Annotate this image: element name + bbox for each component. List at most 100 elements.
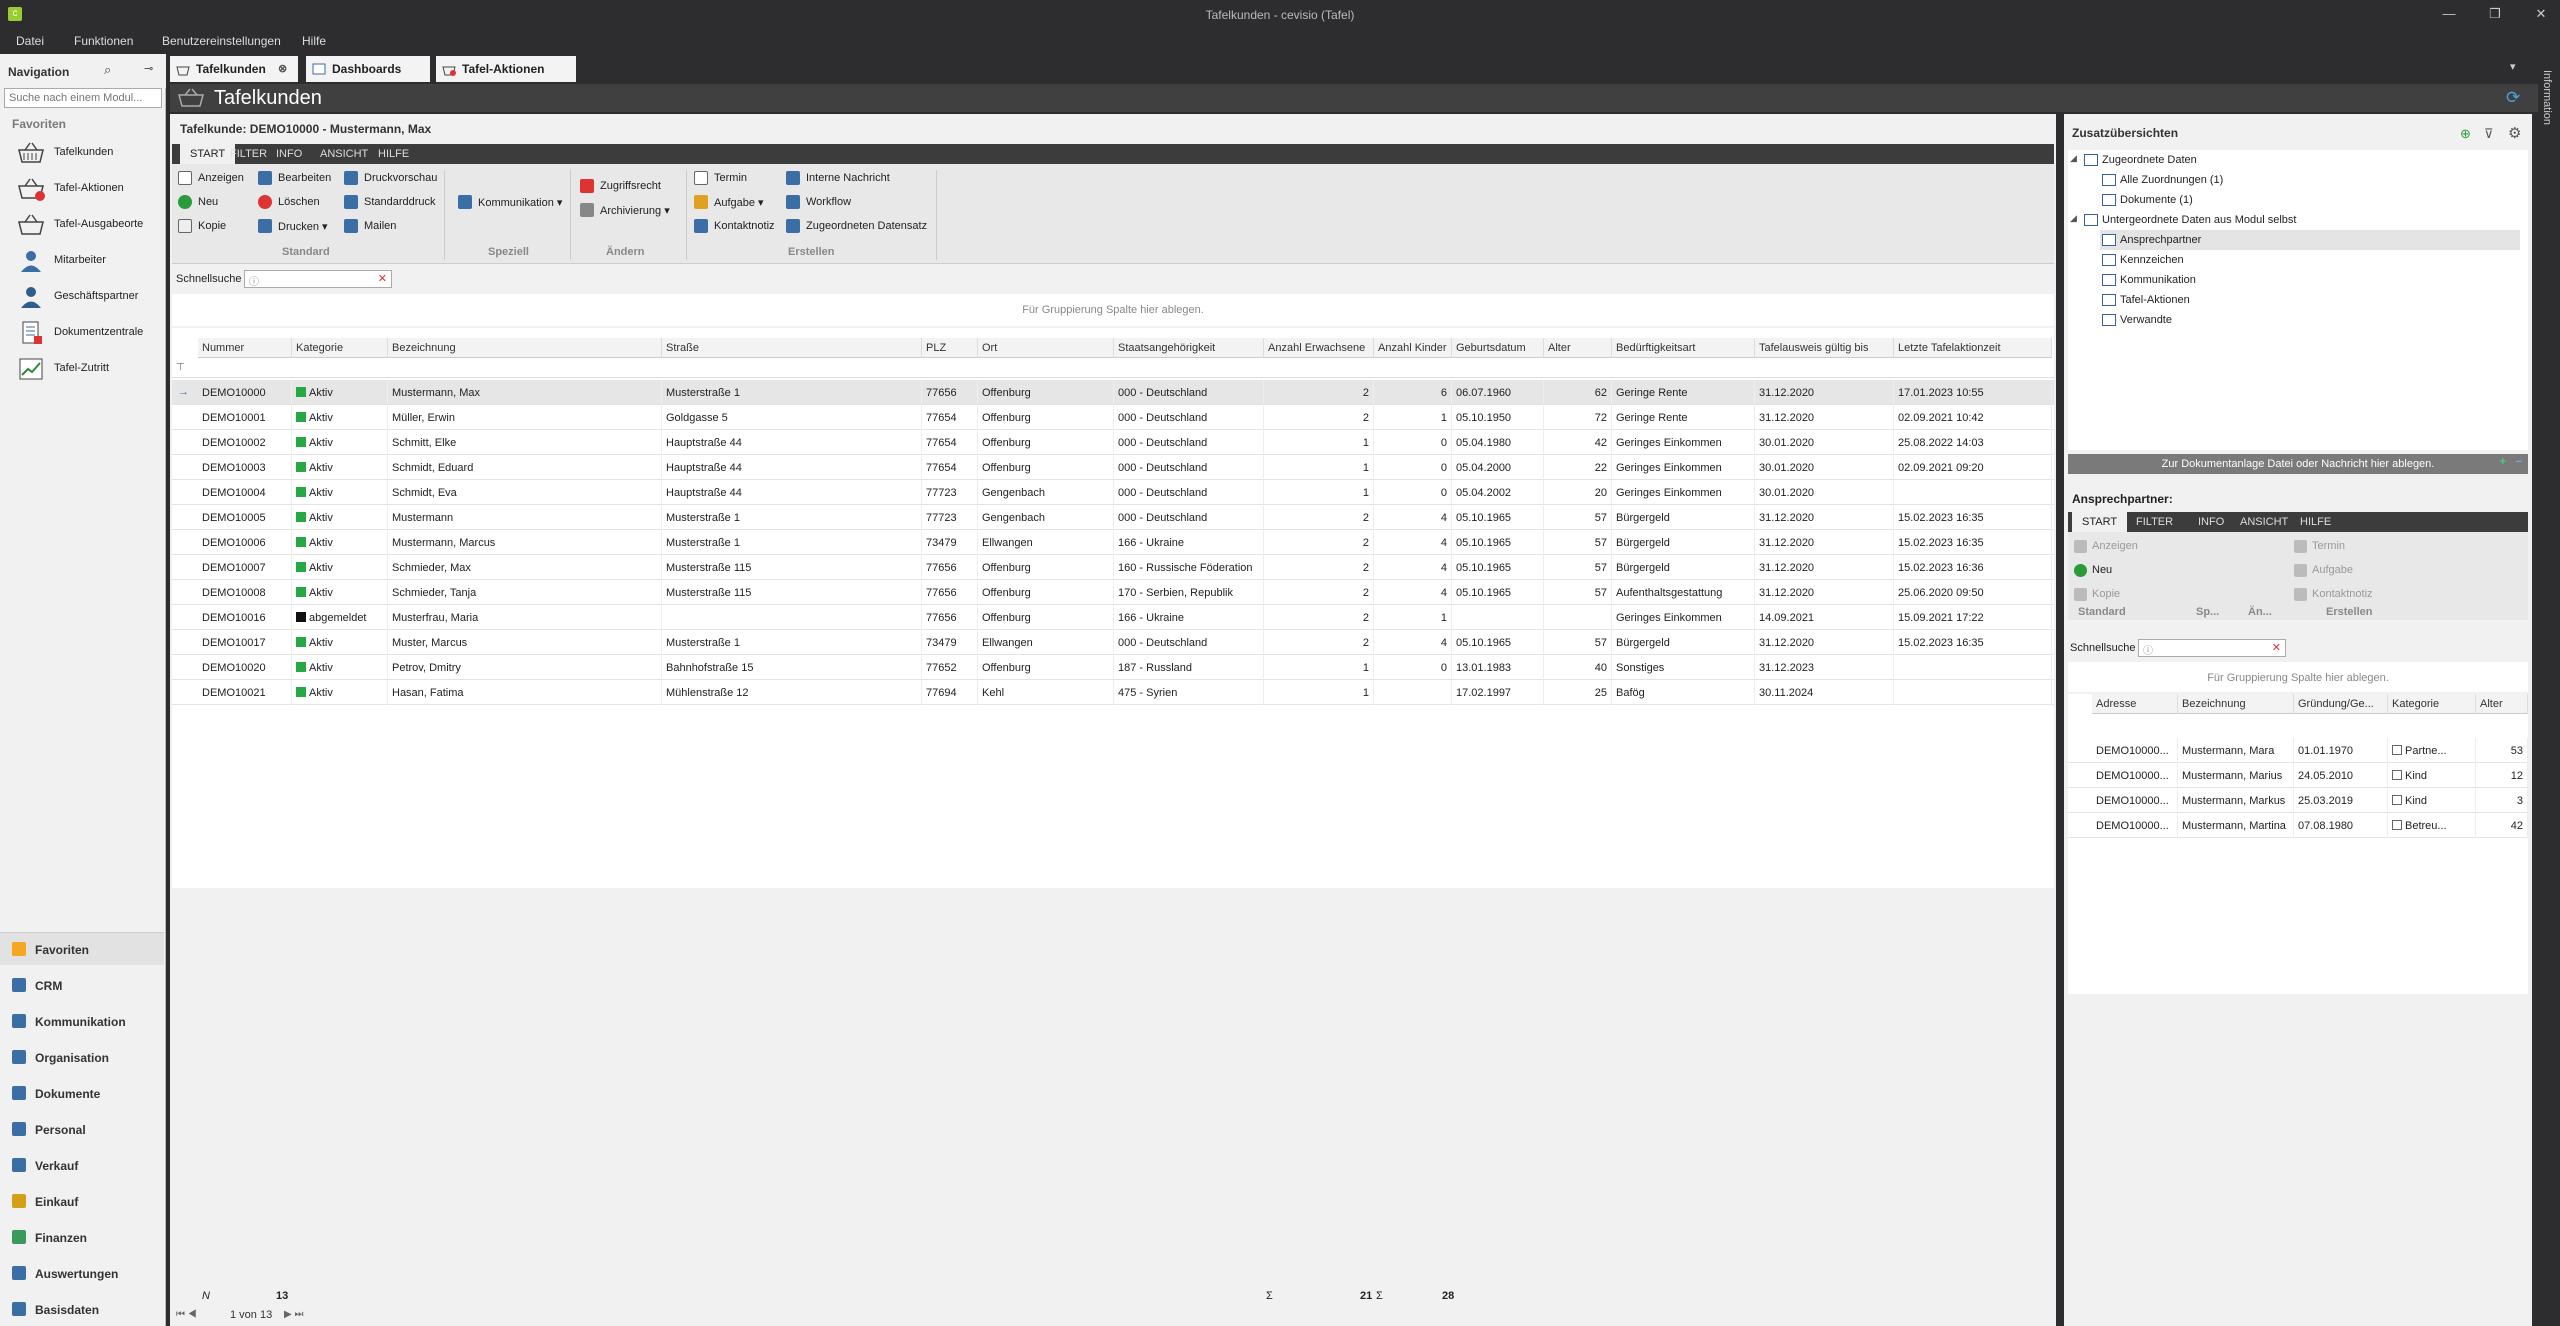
- close-window-button[interactable]: ✕: [2526, 6, 2556, 22]
- ap-tab-filter[interactable]: FILTER: [2126, 512, 2183, 532]
- document-drop-area[interactable]: Zur Dokumentanlage Datei oder Nachricht …: [2068, 454, 2528, 474]
- tree-node[interactable]: Ansprechpartner: [2100, 230, 2520, 250]
- table-row[interactable]: DEMO10000... Mustermann, Mara 01.01.1970 Pa…: [2068, 738, 2528, 763]
- ap-anzeigen-button[interactable]: Anzeigen: [2074, 540, 2138, 553]
- ap-neu-button[interactable]: Neu: [2074, 564, 2112, 577]
- table-row[interactable]: DEMO10004 Aktiv Schmidt, Eva Hauptstraße 44…: [172, 480, 2054, 505]
- standarddruck-button[interactable]: Standarddruck: [344, 192, 436, 212]
- table-row[interactable]: DEMO10005 Aktiv Mustermann Musterstraße 1 77…: [172, 505, 2054, 530]
- ap-termin-button[interactable]: Termin: [2294, 540, 2345, 553]
- druckvorschau-button[interactable]: Druckvorschau: [344, 168, 437, 188]
- column-header[interactable]: PLZ: [922, 338, 978, 358]
- tree-node[interactable]: Zugeordnete Daten ◢: [2070, 150, 2502, 170]
- category-verkauf[interactable]: Verkauf: [0, 1149, 164, 1181]
- module-search-input[interactable]: [4, 88, 162, 108]
- pin-icon[interactable]: ⊸: [144, 62, 153, 75]
- table-row[interactable]: DEMO10003 Aktiv Schmidt, Eduard Hauptstraße…: [172, 455, 2054, 480]
- category-favoriten[interactable]: Favoriten: [0, 933, 164, 965]
- category-personal[interactable]: Personal: [0, 1113, 164, 1145]
- tabs-dropdown-icon[interactable]: ▾: [2510, 60, 2516, 73]
- tree-node[interactable]: Kommunikation: [2100, 270, 2520, 290]
- column-header[interactable]: Staatsangehörigkeit: [1114, 338, 1264, 358]
- tree-node[interactable]: Alle Zuordnungen (1): [2100, 170, 2520, 190]
- table-row[interactable]: DEMO10007 Aktiv Schmieder, Max Musterstraße…: [172, 555, 2054, 580]
- column-header[interactable]: Anzahl Kinder: [1374, 338, 1452, 358]
- nav-item-dokumentzentrale[interactable]: Dokumentzentrale: [16, 318, 164, 348]
- ap-kontaktnotiz-button[interactable]: Kontaktnotiz: [2294, 588, 2373, 601]
- column-header[interactable]: Anzahl Erwachsene: [1264, 338, 1374, 358]
- refresh-icon[interactable]: ⟳: [2506, 88, 2520, 108]
- column-header[interactable]: Letzte Tafelaktionzeit: [1894, 338, 2052, 358]
- ap-tab-hilfe[interactable]: HILFE: [2290, 512, 2341, 532]
- first-page-icon[interactable]: ⏮ ◀: [176, 1309, 197, 1320]
- ap-quicksearch-input[interactable]: ⓘ ✕: [2138, 639, 2286, 657]
- nav-item-mitarbeiter[interactable]: Mitarbeiter: [16, 246, 164, 276]
- kommunikation-button[interactable]: Kommunikation ▾: [458, 192, 562, 212]
- neu-button[interactable]: Neu: [178, 192, 218, 212]
- category-dokumente[interactable]: Dokumente: [0, 1077, 164, 1109]
- maximize-button[interactable]: ❐: [2480, 6, 2510, 22]
- ap-tab-info[interactable]: INFO: [2188, 512, 2234, 532]
- minimize-button[interactable]: —: [2434, 6, 2464, 21]
- add-icon[interactable]: +: [2500, 456, 2506, 468]
- table-row[interactable]: DEMO10021 Aktiv Hasan, Fatima Mühlenstraße …: [172, 680, 2054, 705]
- category-auswertungen[interactable]: Auswertungen: [0, 1257, 164, 1289]
- tree-node[interactable]: Untergeordnete Daten aus Modul selbst ◢: [2070, 210, 2502, 230]
- archivierung-button[interactable]: Archivierung ▾: [580, 200, 670, 220]
- column-header[interactable]: Ort: [978, 338, 1114, 358]
- table-row[interactable]: DEMO10006 Aktiv Mustermann, Marcus Musterst…: [172, 530, 2054, 555]
- interne-nachricht-button[interactable]: Interne Nachricht: [786, 168, 890, 188]
- ap-group-by-drop-area[interactable]: Für Gruppierung Spalte hier ablegen.: [2068, 662, 2528, 692]
- tab-tafel-aktionen[interactable]: Tafel-Aktionen: [436, 56, 576, 82]
- column-header[interactable]: Alter: [1544, 338, 1612, 358]
- category-finanzen[interactable]: Finanzen: [0, 1221, 164, 1253]
- table-row[interactable]: DEMO10020 Aktiv Petrov, Dmitry Bahnhofstraß…: [172, 655, 2054, 680]
- binoculars-icon[interactable]: ⌕: [104, 62, 111, 78]
- clear-search-icon[interactable]: ✕: [2272, 641, 2281, 654]
- menu-hilfe[interactable]: Hilfe: [302, 34, 326, 48]
- column-header[interactable]: Adresse: [2092, 694, 2178, 714]
- ap-tab-start[interactable]: START: [2072, 512, 2128, 532]
- tab-tafelkunden[interactable]: Tafelkunden ⊗: [170, 56, 298, 82]
- table-row[interactable]: DEMO10001 Aktiv Müller, Erwin Goldgasse 5 77…: [172, 405, 2054, 430]
- expand-icon[interactable]: ◢: [2070, 213, 2077, 224]
- table-row[interactable]: → DEMO10000 Aktiv Mustermann, Max Musterstra…: [172, 380, 2054, 405]
- kopie-button[interactable]: Kopie: [178, 216, 226, 236]
- termin-button[interactable]: Termin: [694, 168, 747, 188]
- ap-kopie-button[interactable]: Kopie: [2074, 588, 2120, 601]
- remove-icon[interactable]: −: [2516, 456, 2522, 468]
- column-header[interactable]: Kategorie: [292, 338, 388, 358]
- workflow-button[interactable]: Workflow: [786, 192, 851, 212]
- tab-dashboards[interactable]: Dashboards: [306, 56, 430, 82]
- nav-item-tafel-aktionen[interactable]: Tafel-Aktionen: [16, 174, 164, 204]
- mailen-button[interactable]: Mailen: [344, 216, 396, 236]
- anzeigen-button[interactable]: Anzeigen: [178, 168, 244, 188]
- aufgabe-button[interactable]: Aufgabe ▾: [694, 192, 764, 212]
- gear-icon[interactable]: ⚙: [2508, 124, 2521, 142]
- menu-funktionen[interactable]: Funktionen: [74, 34, 133, 48]
- zugeordneten-datensatz-button[interactable]: Zugeordneten Datensatz: [786, 216, 927, 236]
- loeschen-button[interactable]: Löschen: [258, 192, 320, 212]
- tree-node[interactable]: Tafel-Aktionen: [2100, 290, 2520, 310]
- close-tab-icon[interactable]: ⊗: [278, 62, 287, 75]
- nav-item-geschaeftspartner[interactable]: Geschäftspartner: [16, 282, 164, 312]
- quicksearch-input[interactable]: ⓘ ✕: [244, 270, 392, 288]
- kontaktnotiz-button[interactable]: Kontaktnotiz: [694, 216, 775, 236]
- menu-benutzereinstellungen[interactable]: Benutzereinstellungen: [162, 34, 281, 48]
- menu-datei[interactable]: Datei: [16, 34, 44, 48]
- column-header[interactable]: Bedürftigkeitsart: [1612, 338, 1755, 358]
- filter-row[interactable]: ⊤: [172, 360, 2054, 378]
- column-header[interactable]: Bezeichnung: [2178, 694, 2294, 714]
- tab-info[interactable]: INFO: [266, 144, 312, 164]
- table-row[interactable]: DEMO10000... Mustermann, Marius 24.05.2010…: [2068, 763, 2528, 788]
- ap-tab-ansicht[interactable]: ANSICHT: [2230, 512, 2298, 532]
- table-row[interactable]: DEMO10000... Mustermann, Martina 07.08.198…: [2068, 813, 2528, 838]
- next-page-icon[interactable]: ▶ ⏭: [284, 1309, 303, 1320]
- bearbeiten-button[interactable]: Bearbeiten: [258, 168, 331, 188]
- expand-icon[interactable]: ◢: [2070, 153, 2077, 164]
- table-row[interactable]: DEMO10002 Aktiv Schmitt, Elke Hauptstraße 4…: [172, 430, 2054, 455]
- ap-aufgabe-button[interactable]: Aufgabe: [2294, 564, 2353, 577]
- column-header[interactable]: Alter: [2476, 694, 2528, 714]
- drucken-button[interactable]: Drucken ▾: [258, 216, 328, 236]
- table-row[interactable]: DEMO10017 Aktiv Muster, Marcus Musterstraße…: [172, 630, 2054, 655]
